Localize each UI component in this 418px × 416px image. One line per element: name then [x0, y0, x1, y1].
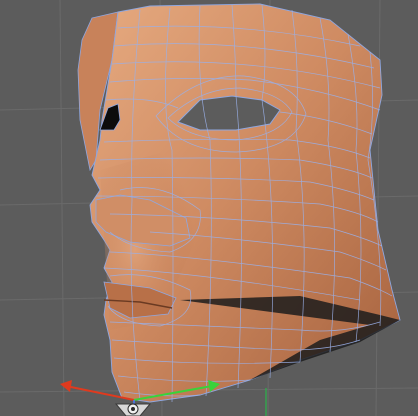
head-mesh[interactable]: [77, 3, 401, 403]
viewport-canvas[interactable]: [0, 0, 418, 416]
3d-viewport[interactable]: [0, 0, 418, 416]
axis-x-arrow-icon: [60, 380, 72, 392]
camera-target-icon[interactable]: [114, 403, 152, 416]
